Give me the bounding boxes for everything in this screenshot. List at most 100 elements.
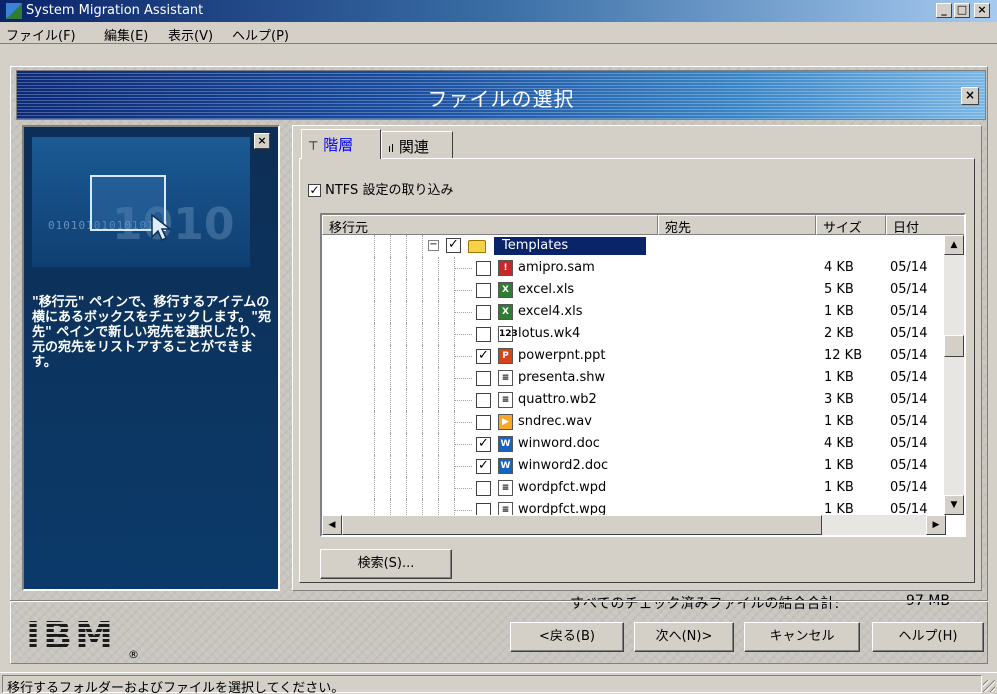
- scroll-left-button[interactable]: ◀: [322, 515, 342, 535]
- page-header: ファイルの選択 ×: [16, 70, 986, 120]
- column-destination[interactable]: 宛先: [658, 215, 816, 236]
- file-size: 1 KB: [824, 502, 854, 515]
- tab-related-label: 関連: [398, 138, 429, 156]
- file-date: 05/14: [890, 480, 928, 495]
- file-row[interactable]: ! amipro.sam 4 KB 05/14: [322, 257, 946, 279]
- file-row[interactable]: Xexcel4.xls 1 KB 05/14: [322, 301, 946, 323]
- file-checkbox[interactable]: [476, 371, 491, 386]
- menu-help[interactable]: ヘルプ(P): [232, 25, 289, 44]
- help-pane-close-button[interactable]: ×: [254, 133, 270, 149]
- file-size: 12 KB: [824, 348, 863, 363]
- file-checkbox[interactable]: [476, 503, 491, 515]
- footer-separator: [10, 600, 988, 602]
- menu-file[interactable]: ファイル(F): [6, 25, 76, 44]
- file-row[interactable]: ≡ quattro.wb2 3 KB 05/14: [322, 389, 946, 411]
- file-date: 05/14: [890, 502, 928, 515]
- file-checkbox[interactable]: ✓: [476, 349, 491, 364]
- file-date: 05/14: [890, 348, 928, 363]
- file-date: 05/14: [890, 260, 928, 275]
- file-checkbox[interactable]: [476, 327, 491, 342]
- file-name: quattro.wb2: [518, 392, 597, 407]
- file-row[interactable]: ✓ Wwinword2.doc 1 KB 05/14: [322, 455, 946, 477]
- close-button[interactable]: ×: [974, 3, 990, 18]
- minimize-button[interactable]: _: [936, 3, 952, 18]
- next-button[interactable]: 次へ(N)>: [634, 622, 734, 652]
- back-button[interactable]: <戻る(B): [510, 622, 624, 652]
- file-row[interactable]: Xexcel.xls 5 KB 05/14: [322, 279, 946, 301]
- file-row[interactable]: ≡ wordpfct.wpg 1 KB 05/14: [322, 499, 946, 515]
- file-row[interactable]: ▶ sndrec.wav 1 KB 05/14: [322, 411, 946, 433]
- file-size: 5 KB: [824, 282, 854, 297]
- checked-total-label: すべてのチェック済みファイルの結合合計:: [570, 596, 840, 612]
- file-name: powerpnt.ppt: [518, 348, 606, 363]
- file-date: 05/14: [890, 436, 928, 451]
- search-button[interactable]: 検索(S)...: [320, 549, 452, 579]
- powerpoint-icon: P: [498, 348, 513, 364]
- file-size: 1 KB: [824, 480, 854, 495]
- cancel-button[interactable]: キャンセル: [744, 622, 860, 652]
- file-checkbox[interactable]: [476, 305, 491, 320]
- resize-grip-icon[interactable]: [983, 680, 995, 692]
- document-icon: ≡: [498, 480, 513, 496]
- tab-related[interactable]: ıl 関連: [381, 131, 453, 159]
- file-row[interactable]: ≡ wordpfct.wpd 1 KB 05/14: [322, 477, 946, 499]
- maximize-button[interactable]: □: [954, 3, 970, 18]
- column-size[interactable]: サイズ: [816, 215, 886, 236]
- tab-content: ✓ NTFS 設定の取り込み 移行元 宛先 サイズ 日付 − ✓ Templat…: [299, 158, 975, 612]
- horizontal-scroll-thumb[interactable]: [342, 515, 822, 535]
- file-checkbox[interactable]: [476, 393, 491, 408]
- vertical-scrollbar[interactable]: ▲ ▼: [944, 235, 964, 515]
- file-date: 05/14: [890, 326, 928, 341]
- header-close-button[interactable]: ×: [961, 87, 979, 105]
- file-checkbox[interactable]: [476, 283, 491, 298]
- collapse-icon[interactable]: −: [428, 240, 439, 251]
- file-checkbox[interactable]: [476, 481, 491, 496]
- file-row[interactable]: ✓ Ppowerpnt.ppt 12 KB 05/14: [322, 345, 946, 367]
- file-checkbox[interactable]: [476, 415, 491, 430]
- scroll-down-button[interactable]: ▼: [944, 495, 964, 515]
- column-source[interactable]: 移行元: [322, 215, 658, 236]
- ntfs-label: NTFS 設定の取り込み: [325, 183, 454, 198]
- migration-illustration: 1010 0101010101010101: [32, 137, 250, 267]
- file-row[interactable]: ✓ Wwinword.doc 4 KB 05/14: [322, 433, 946, 455]
- folder-row-templates[interactable]: − ✓ Templates: [322, 235, 946, 257]
- vertical-scroll-thumb[interactable]: [944, 335, 964, 357]
- file-date: 05/14: [890, 282, 928, 297]
- folder-checkbox[interactable]: ✓: [446, 238, 461, 253]
- document-icon: ≡: [498, 392, 513, 408]
- file-size: 2 KB: [824, 326, 854, 341]
- help-button[interactable]: ヘルプ(H): [872, 622, 984, 652]
- file-size: 1 KB: [824, 414, 854, 429]
- menu-bar: ファイル(F) 編集(E) 表示(V) ヘルプ(P): [0, 22, 997, 44]
- amipro-icon: !: [498, 260, 513, 276]
- file-checkbox[interactable]: ✓: [476, 459, 491, 474]
- tab-hierarchy-label: 階層: [323, 136, 354, 154]
- file-date: 05/14: [890, 414, 928, 429]
- file-row[interactable]: 123 lotus.wk4 2 KB 05/14: [322, 323, 946, 345]
- window-title: System Migration Assistant: [26, 3, 204, 18]
- file-row[interactable]: ≡ presenta.shw 1 KB 05/14: [322, 367, 946, 389]
- horizontal-scrollbar[interactable]: ◀ ▶: [322, 515, 946, 535]
- scroll-up-button[interactable]: ▲: [944, 235, 964, 255]
- excel-icon: X: [498, 304, 513, 320]
- file-size: 1 KB: [824, 458, 854, 473]
- word-icon: W: [498, 458, 513, 474]
- document-icon: ≡: [498, 502, 513, 515]
- ntfs-checkbox[interactable]: ✓: [308, 184, 321, 197]
- word-icon: W: [498, 436, 513, 452]
- scroll-right-button[interactable]: ▶: [926, 515, 946, 535]
- menu-edit[interactable]: 編集(E): [104, 25, 148, 44]
- help-pane: 1010 0101010101010101 × "移行元" ペインで、移行するア…: [22, 125, 280, 591]
- file-checkbox[interactable]: [476, 261, 491, 276]
- cursor-arrow-icon: [151, 213, 173, 242]
- file-size: 1 KB: [824, 370, 854, 385]
- ntfs-setting[interactable]: ✓ NTFS 設定の取り込み: [308, 179, 453, 198]
- file-name: lotus.wk4: [518, 326, 581, 341]
- menu-view[interactable]: 表示(V): [168, 25, 213, 44]
- help-text: "移行元" ペインで、移行するアイテムの横にあるボックスをチェックします。"宛先…: [32, 295, 272, 370]
- tab-hierarchy[interactable]: ⊤ 階層: [301, 129, 381, 159]
- column-date[interactable]: 日付: [886, 215, 964, 236]
- file-checkbox[interactable]: ✓: [476, 437, 491, 452]
- file-name: wordpfct.wpg: [518, 502, 607, 515]
- ibm-logo: IBM: [26, 614, 116, 658]
